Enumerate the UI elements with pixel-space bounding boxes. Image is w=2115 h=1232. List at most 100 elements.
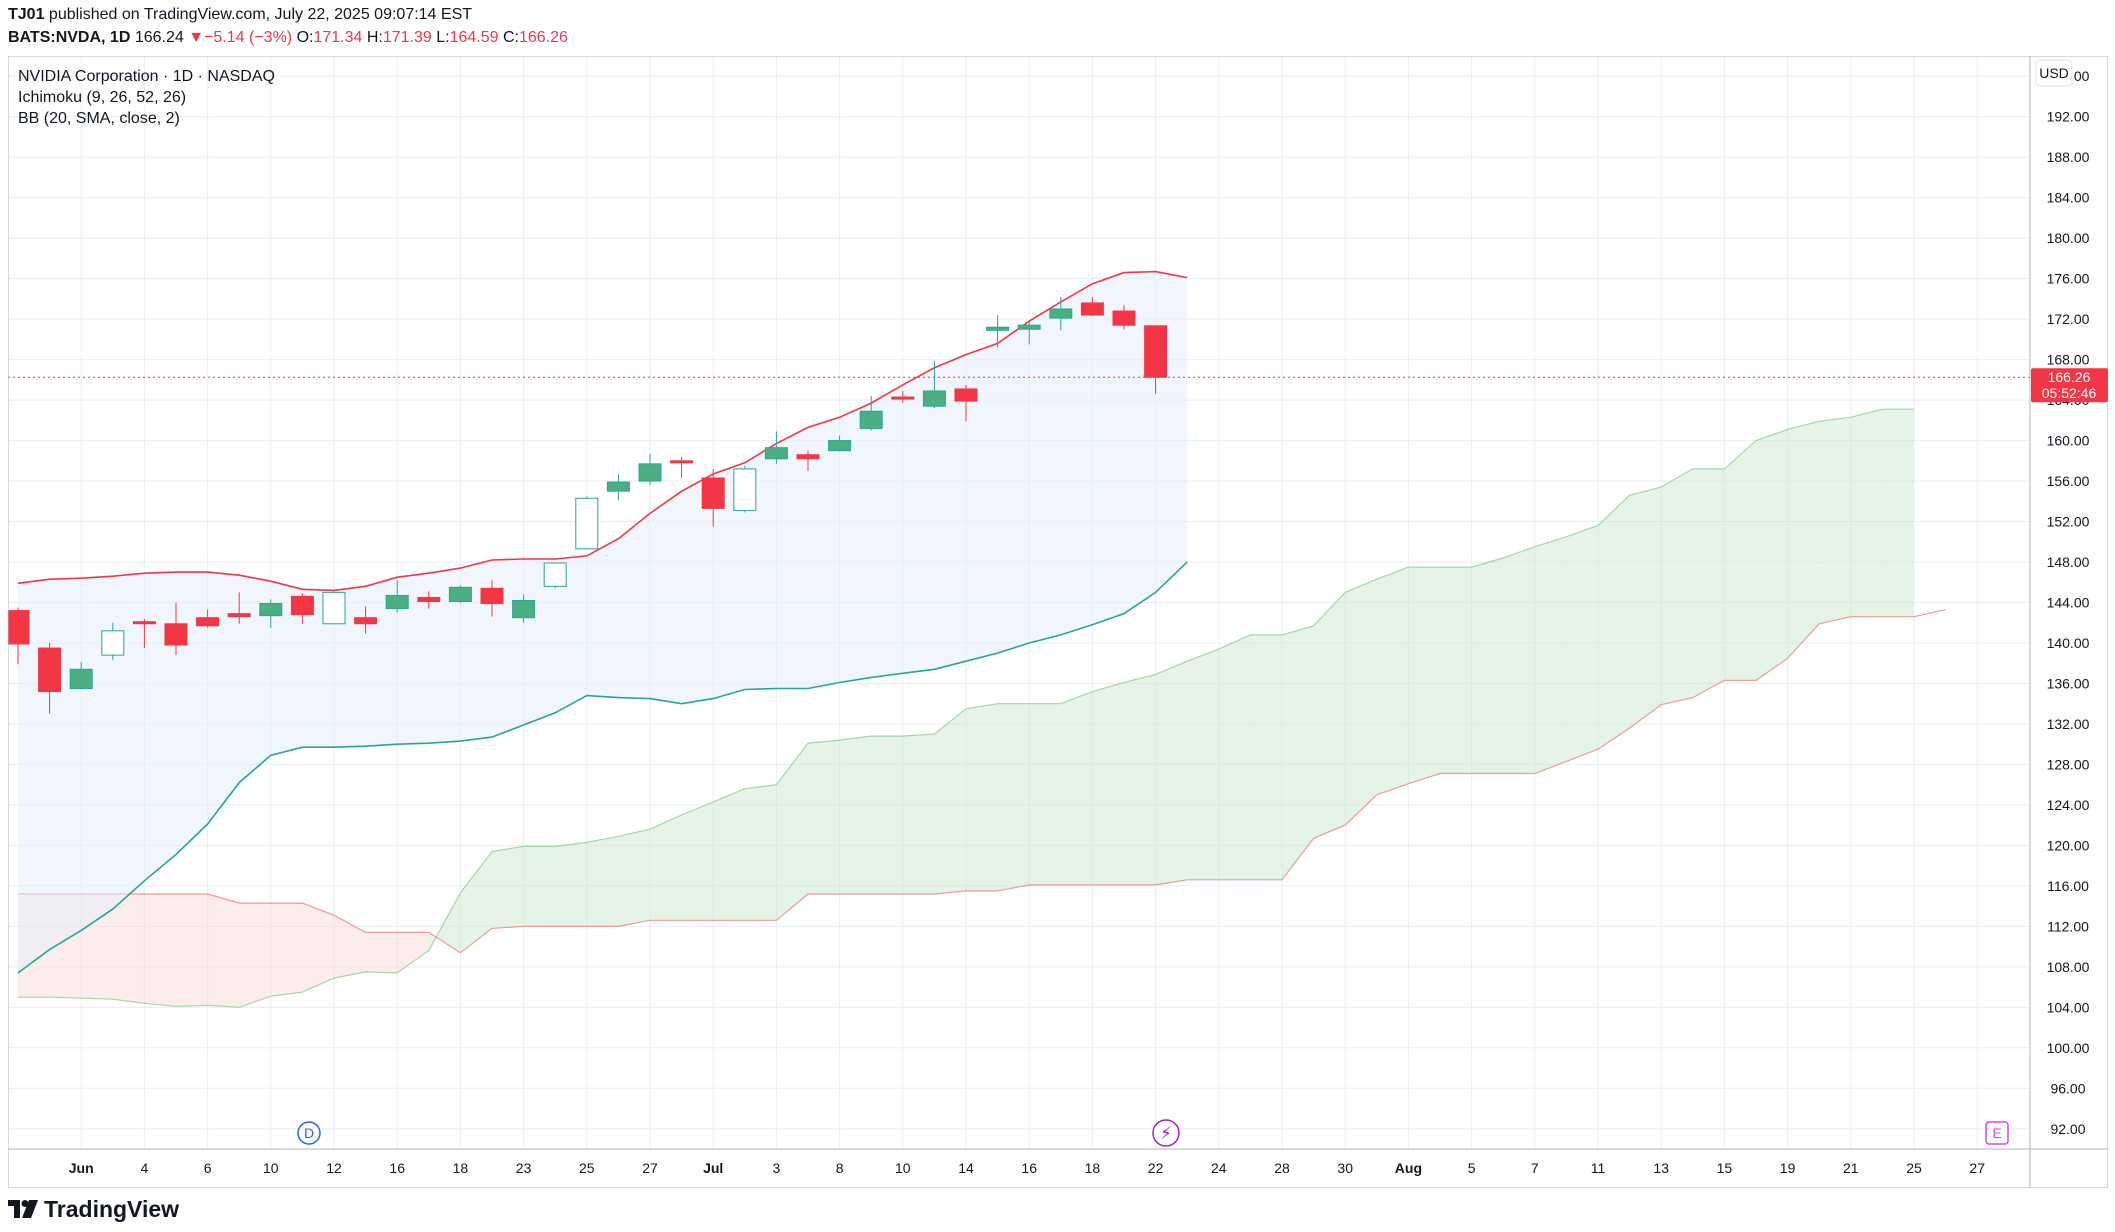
cloud-segment <box>207 893 240 1008</box>
dividend-icon[interactable]: D <box>304 1125 314 1141</box>
cloud-segment <box>1471 557 1504 774</box>
cloud-segment <box>808 740 840 894</box>
candle-body <box>385 594 409 610</box>
candle <box>638 453 662 486</box>
legend-bb[interactable]: BB (20, SMA, close, 2) <box>18 110 180 127</box>
cloud-segment <box>176 893 208 1007</box>
currency-button[interactable]: USD <box>2035 59 2073 87</box>
time-tick-label: 5 <box>1468 1160 1476 1176</box>
candle-body <box>638 463 662 482</box>
price-tick-label: 160.00 <box>2047 433 2090 449</box>
currency-label[interactable]: USD <box>2039 65 2069 81</box>
high-value: 171.39 <box>382 29 432 46</box>
cloud-segment <box>1155 661 1188 885</box>
countdown-label: 05:52:46 <box>2042 385 2097 401</box>
cloud-segment <box>334 915 366 978</box>
candle <box>322 590 346 625</box>
cloud-segment <box>302 903 334 993</box>
candle-body <box>922 390 946 407</box>
price-chart[interactable]: 92.00 96.00 100.00 104.00 108.00 112.00 116.00… <box>8 56 2108 1188</box>
price-tick-label: 180.00 <box>2047 230 2090 246</box>
candle <box>670 456 694 479</box>
cloud-segment <box>270 903 303 997</box>
lightning-icon[interactable]: ⚡ <box>1160 1124 1172 1144</box>
cloud-segment <box>1850 409 1883 617</box>
price-tick-label: 140.00 <box>2047 635 2090 651</box>
dividend-marker[interactable]: D <box>297 1121 321 1145</box>
cloud-segment <box>1408 567 1440 784</box>
price-tick-label: 124.00 <box>2047 797 2090 813</box>
candle-body <box>101 630 125 656</box>
earnings-icon[interactable]: E <box>1992 1125 2001 1141</box>
open-value: 171.34 <box>313 29 363 46</box>
candle-body <box>164 623 188 646</box>
cloud-segment <box>112 893 145 1004</box>
cloud-segment <box>1534 536 1567 774</box>
candle-body <box>543 562 567 587</box>
time-tick-label: 10 <box>895 1160 911 1176</box>
time-tick-label: 7 <box>1531 1160 1539 1176</box>
tradingview-logo[interactable]: TradingView <box>8 1193 179 1225</box>
cloud-segment <box>1092 682 1124 885</box>
candle-body <box>290 595 314 616</box>
cloud-segment <box>650 815 682 921</box>
cloud-segment <box>1724 440 1756 681</box>
legend-ichimoku[interactable]: Ichimoku (9, 26, 52, 26) <box>18 89 186 106</box>
cloud-segment <box>1819 417 1851 624</box>
time-tick-label: 8 <box>836 1160 844 1176</box>
cloud-segment <box>618 829 650 927</box>
candle-body <box>575 497 599 550</box>
candle <box>606 473 630 501</box>
lightning-marker[interactable]: ⚡ <box>1152 1119 1180 1147</box>
last-price-badge: 166.26 05:52:46 <box>2031 368 2108 403</box>
time-tick-label: 14 <box>958 1160 974 1176</box>
candle-body <box>954 388 978 402</box>
legend-title: NVIDIA Corporation · 1D · NASDAQ <box>18 68 275 85</box>
publisher-name: TJ01 <box>8 6 45 23</box>
price-tick-label: 128.00 <box>2047 756 2090 772</box>
candle-body <box>701 477 725 509</box>
cloud-segment <box>1376 567 1409 795</box>
time-tick-label: 12 <box>326 1160 342 1176</box>
time-tick-label: 13 <box>1653 1160 1669 1176</box>
high-label: H: <box>366 29 383 46</box>
cloud-segment <box>681 801 714 921</box>
cloud-segment <box>1661 468 1693 705</box>
candle-body <box>1144 325 1168 378</box>
candle <box>543 562 567 589</box>
low-label: L: <box>436 29 450 46</box>
candle-body <box>606 481 630 492</box>
cloud-segment <box>744 784 777 921</box>
price-tick-label: 116.00 <box>2047 878 2089 894</box>
cloud-segment <box>523 846 556 927</box>
candle-body <box>480 587 504 605</box>
candle-body <box>1049 308 1073 319</box>
time-tick-label: 25 <box>1906 1160 1922 1176</box>
time-tick-label: 18 <box>1085 1160 1101 1176</box>
cloud-segment <box>776 743 808 921</box>
price-tick-label: 192.00 <box>2047 109 2090 125</box>
cloud-segment <box>1060 691 1093 885</box>
cloud-segment <box>1882 409 1914 617</box>
cloud-segment <box>871 736 903 894</box>
time-tick-label: Aug <box>1395 1160 1422 1176</box>
close-label: C: <box>502 29 519 46</box>
cloud-segment <box>1282 625 1314 880</box>
candle <box>733 465 757 513</box>
price-change: −5.14 (−3%) <box>204 29 293 46</box>
cloud-segment <box>934 708 966 894</box>
last-price-label: 166.26 <box>2048 369 2091 385</box>
earnings-marker[interactable]: E <box>1985 1121 2009 1145</box>
candle-body <box>196 617 220 627</box>
last-price: 166.24 <box>134 29 184 46</box>
price-tick-label: 172.00 <box>2047 311 2090 327</box>
price-tick-label: 176.00 <box>2047 271 2090 287</box>
time-tick-label: 25 <box>579 1160 595 1176</box>
cloud-segment <box>1692 468 1725 698</box>
cloud-segment <box>713 788 745 921</box>
time-tick-label: 16 <box>1021 1160 1037 1176</box>
cloud-segment <box>1029 703 1061 885</box>
close-value: 166.26 <box>518 29 568 46</box>
legend: NVIDIA Corporation · 1D · NASDAQ Ichimok… <box>18 68 275 127</box>
time-axis: Jun 4 6 10 12 16 18 23 25 27 Jul 3 8 10 14 16 18 22 24 28 30… <box>69 1160 1985 1176</box>
